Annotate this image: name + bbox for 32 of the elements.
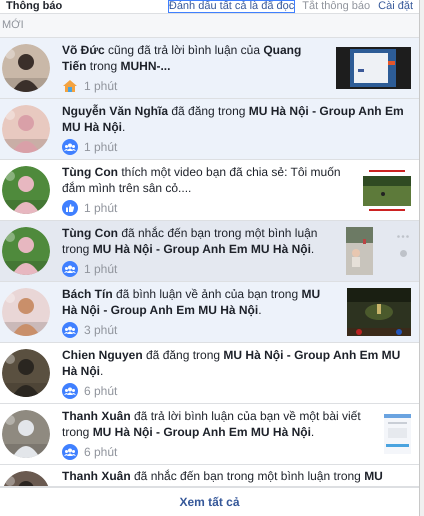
mark-all-read-link[interactable]: Đánh dấu tất cả là đã đọc (168, 1, 294, 12)
notification-text: Bách Tín đã bình luận về ảnh của bạn trong MU Hà Nội - Group Anh Em MU Hà Nội. (62, 286, 322, 318)
group-icon (62, 138, 78, 154)
timestamp: 1 phút (84, 138, 118, 156)
section-label: MỚI (2, 18, 24, 34)
group-icon (62, 260, 78, 276)
house-icon (62, 78, 78, 92)
timestamp: 1 phút (84, 200, 118, 216)
see-all-link[interactable]: Xem tất cả (179, 493, 240, 511)
timestamp: 6 phút (84, 444, 118, 460)
notification-text: Chien Nguyen đã đăng trong MU Hà Nội - Group Anh Em MU Hà Nội. (62, 346, 402, 378)
timestamp: 1 phút (84, 260, 118, 278)
notification-text: Thanh Xuân đã trả lời bình luận của bạn về một bài viết trong MU Hà Nội - Group Anh Em MU Hà Nội. (62, 408, 362, 440)
thumbs-up-icon (62, 200, 78, 216)
notification-text: Tùng Con đã nhắc đến bạn trong một bình luận trong MU Hà Nội - Group Anh Em MU Hà Nội. (62, 224, 318, 256)
notification-item[interactable]: Bách Tín đã bình luận về ảnh của bạn trong MU Hà Nội - Group Anh Em MU Hà Nội. 3 phút (0, 282, 419, 343)
group-icon (62, 322, 78, 338)
notification-item[interactable]: Võ Đức cũng đã trả lời bình luận của Quang Tiến trong MUHN-... 1 phút (0, 38, 419, 99)
notification-text: Thanh Xuân đã nhắc đến bạn trong một bình luận trong MU (62, 468, 384, 484)
notification-text: Tùng Con thích một video bạn đã chia sẻ: Tôi muốn đắm mình trên sân cỏ.... (62, 164, 342, 196)
panel-title: Thông báo (6, 1, 62, 12)
more-options-icon[interactable] (397, 235, 409, 238)
notification-item[interactable]: Nguyễn Văn Nghĩa đã đăng trong MU Hà Nội - Group Anh Em MU Hà Nội. 1 phút (0, 99, 419, 160)
timestamp: 3 phút (84, 322, 118, 338)
notification-text: Võ Đức cũng đã trả lời bình luận của Quang Tiến trong MUHN-... (62, 42, 302, 74)
notification-item[interactable]: Tùng Con đã nhắc đến bạn trong một bình luận trong MU Hà Nội - Group Anh Em MU Hà Nội. 1 phút (0, 221, 419, 282)
timestamp: 6 phút (84, 382, 118, 400)
settings-link[interactable]: Cài đặt (378, 1, 413, 12)
timestamp: 1 phút (84, 78, 118, 94)
group-icon (62, 444, 78, 460)
group-icon (62, 382, 78, 398)
notification-text: Nguyễn Văn Nghĩa đã đăng trong MU Hà Nội - Group Anh Em MU Hà Nội. (62, 102, 405, 134)
